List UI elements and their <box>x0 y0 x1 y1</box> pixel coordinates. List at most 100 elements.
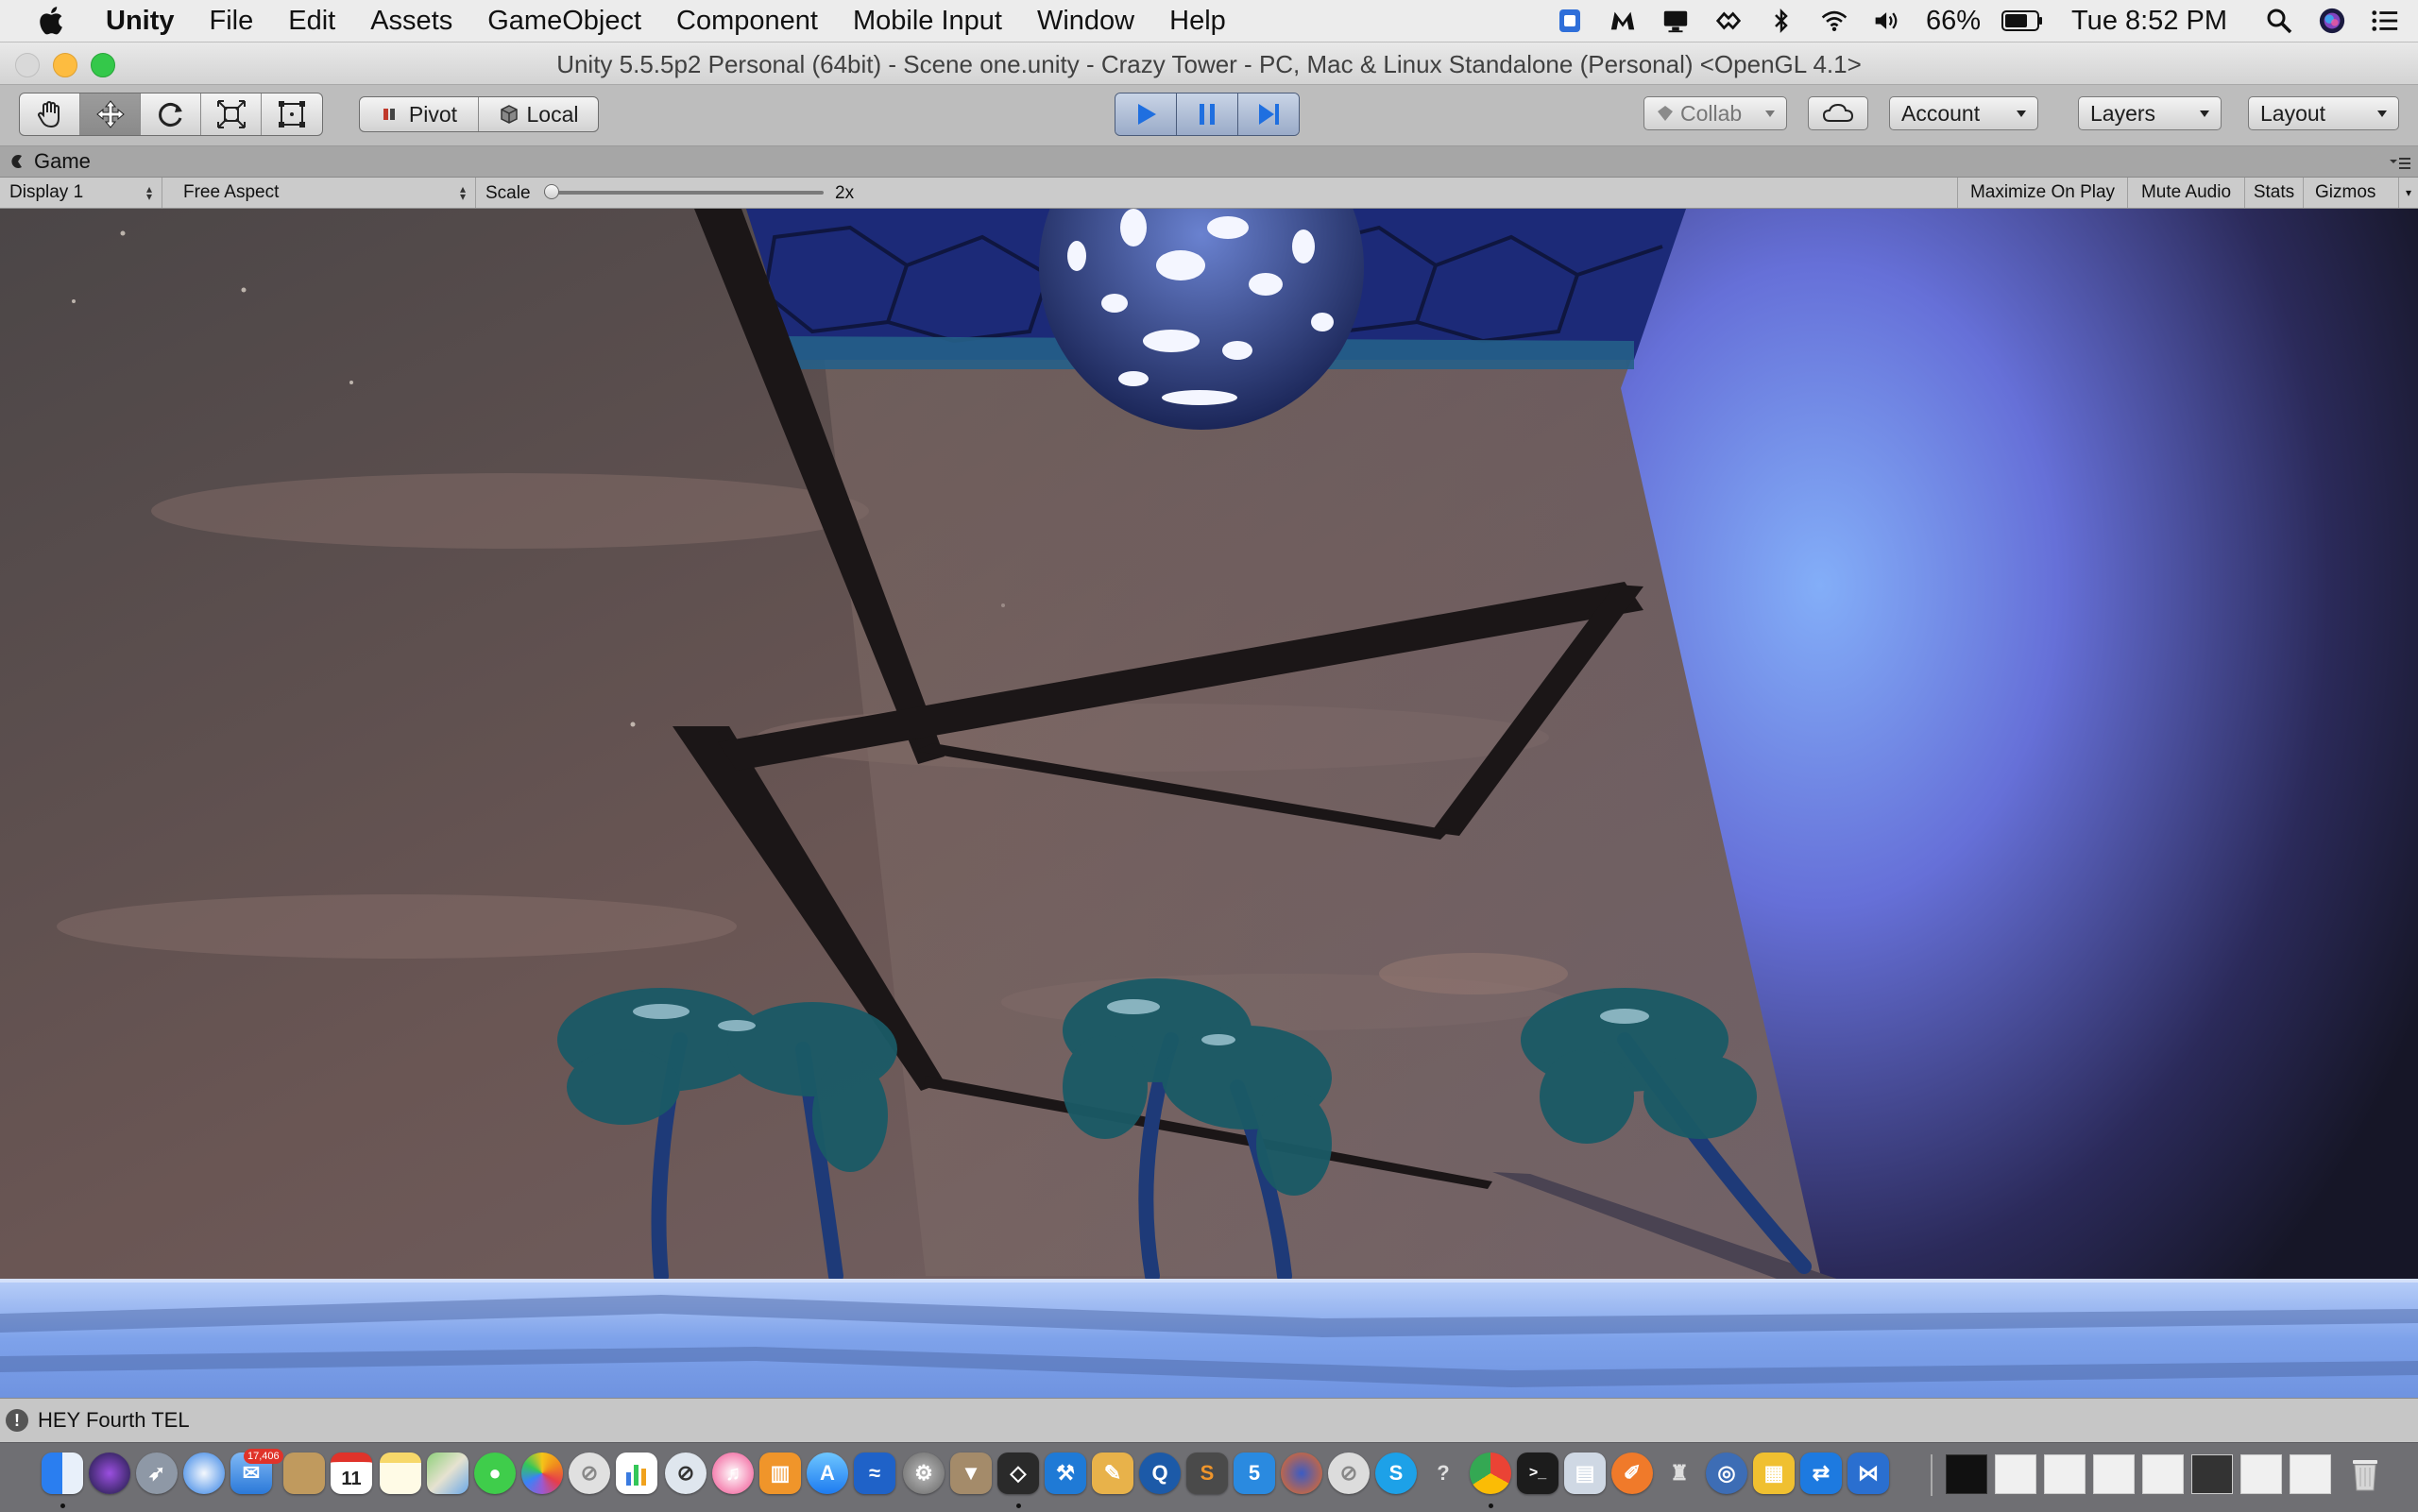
malwarebytes-icon[interactable] <box>1609 7 1637 35</box>
menu-file[interactable]: File <box>210 6 254 37</box>
minimized-window-thumb[interactable] <box>2093 1454 2135 1494</box>
spotlight-search-icon[interactable] <box>2265 7 2293 35</box>
menu-edit[interactable]: Edit <box>288 6 335 37</box>
minimized-window-thumb[interactable] <box>2191 1454 2233 1494</box>
disabled-app-dock-icon[interactable]: ⊘ <box>1328 1453 1370 1494</box>
stats-toggle[interactable]: Stats <box>2244 178 2303 208</box>
menu-assets[interactable]: Assets <box>370 6 452 37</box>
layout-dropdown[interactable]: Layout <box>2248 96 2399 130</box>
network-utility-dock-icon[interactable]: ◎ <box>1706 1453 1747 1494</box>
apple-logo-icon[interactable] <box>34 3 70 39</box>
rotate-tool-button[interactable] <box>141 93 201 135</box>
scale-slider[interactable] <box>544 183 824 202</box>
console-status-bar[interactable]: ! HEY Fourth TEL <box>0 1398 2418 1442</box>
menu-app-unity[interactable]: Unity <box>106 6 175 37</box>
cloud-app-dock-icon[interactable]: ≈ <box>854 1453 895 1494</box>
minimized-window-thumb[interactable] <box>2142 1454 2184 1494</box>
tab-game[interactable]: Game <box>9 146 91 177</box>
safari-dock-icon[interactable] <box>183 1453 225 1494</box>
collab-dropdown[interactable]: Collab <box>1643 96 1787 130</box>
ibooks-dock-icon[interactable]: ▥ <box>759 1453 801 1494</box>
play-button[interactable] <box>1115 93 1177 135</box>
menu-window[interactable]: Window <box>1037 6 1134 37</box>
blocked-app-dock-icon[interactable]: ⊘ <box>569 1453 610 1494</box>
rect-tool-button[interactable] <box>262 93 322 135</box>
battery-icon[interactable] <box>2001 7 2043 35</box>
cloud-button[interactable] <box>1808 96 1868 130</box>
play-icon <box>1138 104 1156 125</box>
notes-dock-icon[interactable] <box>380 1453 421 1494</box>
finder-dock-icon[interactable] <box>42 1453 83 1494</box>
launchpad-dock-icon[interactable]: ➶ <box>136 1453 178 1494</box>
pivot-toggle-button[interactable]: Pivot <box>360 97 479 131</box>
minimized-window-thumb[interactable] <box>1946 1454 1987 1494</box>
visual-studio-dock-icon[interactable]: ⋈ <box>1848 1453 1889 1494</box>
display-mirror-icon[interactable] <box>1661 7 1690 35</box>
html5-dock-icon[interactable]: 5 <box>1234 1453 1275 1494</box>
aspect-select[interactable]: Free Aspect ▴ ▾ <box>174 178 476 208</box>
installer-dock-icon[interactable]: ▼ <box>950 1453 992 1494</box>
trash-dock-icon[interactable] <box>2344 1453 2386 1494</box>
chrome-dock-icon[interactable] <box>1470 1453 1511 1494</box>
messages-dock-icon[interactable]: ● <box>474 1453 516 1494</box>
notefile-dock-icon[interactable] <box>283 1453 325 1494</box>
move-tool-button[interactable] <box>80 93 141 135</box>
local-toggle-button[interactable]: Local <box>479 97 598 131</box>
teamviewer-dock-icon[interactable]: ⇄ <box>1800 1453 1842 1494</box>
utility-dock-icon[interactable]: ⊘ <box>665 1453 707 1494</box>
unity-dock-icon[interactable]: ◇ <box>997 1453 1039 1494</box>
menu-mobile-input[interactable]: Mobile Input <box>853 6 1002 37</box>
automator-dock-icon[interactable]: ♜ <box>1659 1453 1700 1494</box>
menu-clock[interactable]: Tue 8:52 PM <box>2071 6 2227 37</box>
panel-menu-icon[interactable] <box>2388 154 2412 173</box>
minimized-window-thumb[interactable] <box>1995 1454 2036 1494</box>
pause-button[interactable] <box>1177 93 1238 135</box>
numbers-dock-icon[interactable] <box>616 1453 657 1494</box>
menu-component[interactable]: Component <box>676 6 818 37</box>
siri-icon[interactable] <box>2318 7 2346 35</box>
file-manager-dock-icon[interactable]: ▦ <box>1753 1453 1795 1494</box>
sketchbook-dock-icon[interactable]: ✎ <box>1092 1453 1133 1494</box>
wifi-icon[interactable] <box>1820 7 1848 35</box>
adobe-status-icon[interactable] <box>1556 7 1584 35</box>
menu-help[interactable]: Help <box>1169 6 1226 37</box>
search-app-dock-icon[interactable]: Q <box>1139 1453 1181 1494</box>
xcode-dock-icon[interactable]: ⚒ <box>1045 1453 1086 1494</box>
system-preferences-dock-icon[interactable]: ⚙ <box>903 1453 945 1494</box>
bluetooth-icon[interactable] <box>1767 7 1796 35</box>
account-dropdown[interactable]: Account <box>1889 96 2038 130</box>
itunes-dock-icon[interactable]: ♫ <box>712 1453 754 1494</box>
layers-dropdown[interactable]: Layers <box>2078 96 2222 130</box>
preview-dock-icon[interactable]: ▤ <box>1564 1453 1606 1494</box>
gizmos-dropdown[interactable]: Gizmos ▾ <box>2303 178 2418 208</box>
terminal-dock-icon[interactable]: >_ <box>1517 1453 1558 1494</box>
app-store-dock-icon[interactable]: A <box>807 1453 848 1494</box>
minimized-window-thumb[interactable] <box>2240 1454 2282 1494</box>
volume-icon[interactable] <box>1873 7 1901 35</box>
minimized-window-thumb[interactable] <box>2044 1454 2086 1494</box>
maps-dock-icon[interactable] <box>427 1453 468 1494</box>
display-select[interactable]: Display 1 ▴ ▾ <box>0 178 162 208</box>
window-title-bar[interactable]: Unity 5.5.5p2 Personal (64bit) - Scene o… <box>0 42 2418 85</box>
siri-dock-icon[interactable] <box>89 1453 130 1494</box>
photos-dock-icon[interactable] <box>521 1453 563 1494</box>
help-dock-icon[interactable]: ? <box>1422 1453 1464 1494</box>
sublime-text-dock-icon[interactable]: S <box>1186 1453 1228 1494</box>
game-viewport[interactable] <box>0 209 2418 1398</box>
notification-center-icon[interactable] <box>2371 7 2399 35</box>
scale-slider-thumb[interactable] <box>544 184 559 199</box>
maximize-on-play-toggle[interactable]: Maximize On Play <box>1957 178 2127 208</box>
skype-dock-icon[interactable]: S <box>1375 1453 1417 1494</box>
scale-tool-button[interactable] <box>201 93 262 135</box>
firefox-dock-icon[interactable] <box>1281 1453 1322 1494</box>
chevron-down-icon <box>2200 110 2209 117</box>
calendar-dock-icon[interactable]: 11 <box>331 1453 372 1494</box>
sync-icon[interactable] <box>1714 7 1743 35</box>
battery-percent[interactable]: 66% <box>1926 6 1981 37</box>
minimized-window-thumb[interactable] <box>2290 1454 2331 1494</box>
mute-audio-toggle[interactable]: Mute Audio <box>2127 178 2244 208</box>
pencil-app-dock-icon[interactable]: ✐ <box>1611 1453 1653 1494</box>
step-button[interactable] <box>1238 93 1299 135</box>
hand-tool-button[interactable] <box>20 93 80 135</box>
menu-gameobject[interactable]: GameObject <box>487 6 641 37</box>
